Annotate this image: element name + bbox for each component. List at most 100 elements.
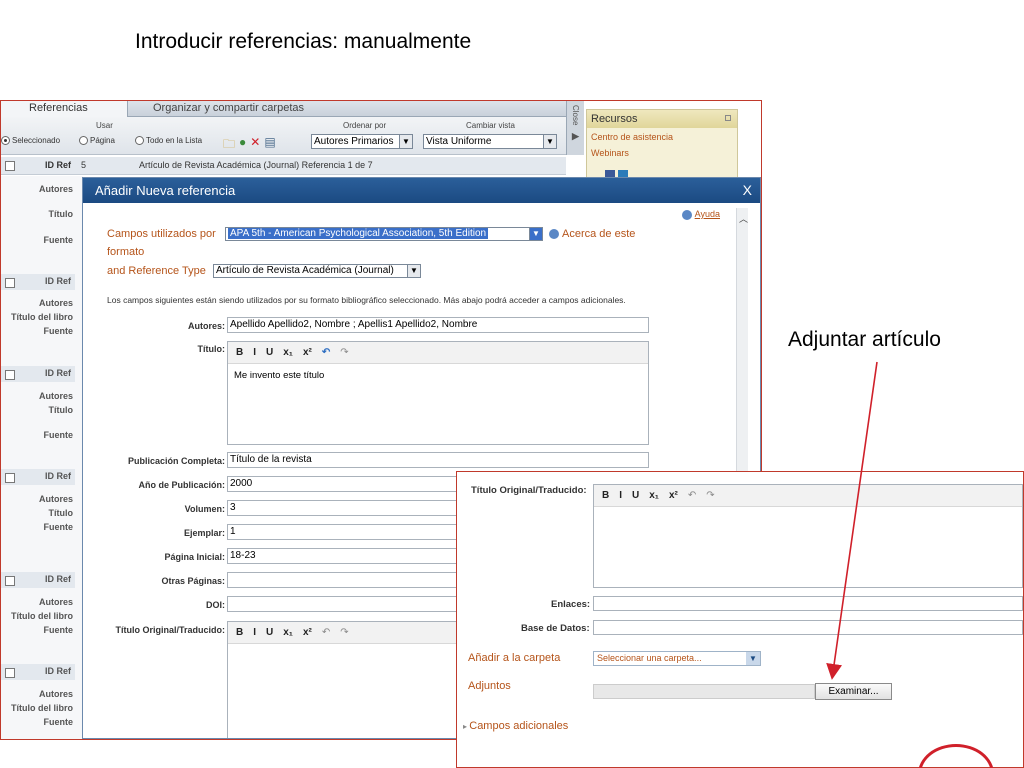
- print-icon[interactable]: ▤: [264, 135, 275, 156]
- delete-icon[interactable]: ✕: [250, 135, 260, 156]
- slide-title: Introducir referencias: manualmente: [135, 30, 472, 53]
- bold-button[interactable]: B: [236, 347, 243, 358]
- radio-pagina[interactable]: Página: [79, 136, 115, 145]
- bold-button[interactable]: B: [236, 627, 243, 638]
- radio-dot-icon: [79, 136, 88, 145]
- original-title-label: Título Original/Traducido:: [115, 625, 226, 635]
- chevron-down-icon: ▼: [529, 228, 542, 240]
- subscript-button[interactable]: x₁: [649, 490, 659, 501]
- editor-toolbar: B I U x₁ x² ↶ ↷: [228, 342, 648, 364]
- underline-button[interactable]: U: [266, 347, 273, 358]
- redo-icon[interactable]: ↷: [340, 347, 348, 358]
- additional-fields-toggle[interactable]: ▸ Campos adicionales: [463, 720, 568, 732]
- bold-button[interactable]: B: [602, 490, 609, 501]
- help-icon: [681, 209, 692, 220]
- publicacion-label: Publicación Completa:: [127, 456, 225, 466]
- underline-button[interactable]: U: [632, 490, 639, 501]
- editor-toolbar: B I U x₁ x² ↶ ↷: [594, 485, 1022, 507]
- table-row[interactable]: ID Ref: [1, 366, 75, 382]
- zoomed-attachment-panel: Título Original/Traducido: B I U x₁ x² ↶…: [456, 471, 1024, 768]
- pagina-label: Página Inicial:: [164, 552, 225, 562]
- minimize-icon[interactable]: [725, 115, 731, 121]
- autores-label: Autores:: [187, 321, 225, 331]
- browse-button[interactable]: Examinar...: [815, 683, 892, 700]
- subscript-button[interactable]: x₁: [283, 347, 293, 358]
- link-webinars[interactable]: Webinars: [587, 142, 737, 158]
- base-datos-input[interactable]: [593, 620, 1023, 635]
- titulo-editor[interactable]: B I U x₁ x² ↶ ↷ Me invento este título: [227, 341, 649, 445]
- tab-organizar[interactable]: Organizar y compartir carpetas: [129, 101, 329, 117]
- globe-icon[interactable]: ●: [239, 135, 246, 156]
- sort-select[interactable]: Autores Primarios ▼: [311, 134, 413, 149]
- subscript-button[interactable]: x₁: [283, 627, 293, 638]
- toolbar-icons: 🗀 ● ✕ ▤: [223, 135, 276, 156]
- radio-todo[interactable]: Todo en la Lista: [135, 136, 202, 145]
- folder-add-icon[interactable]: 🗀: [223, 135, 235, 156]
- info-note: Los campos siguientes están siendo utili…: [107, 295, 626, 305]
- file-path-field[interactable]: [593, 684, 815, 699]
- format-select[interactable]: APA 5th - American Psychological Associa…: [225, 227, 543, 241]
- table-row[interactable]: ID Ref: [1, 469, 75, 485]
- info-icon: [549, 229, 559, 240]
- italic-button[interactable]: I: [253, 347, 256, 358]
- help-link[interactable]: Ayuda: [681, 209, 720, 220]
- select-checkbox[interactable]: [5, 161, 15, 171]
- superscript-button[interactable]: x²: [303, 627, 312, 638]
- dialog-header: Añadir Nueva referencia X: [83, 178, 760, 203]
- superscript-button[interactable]: x²: [669, 490, 678, 501]
- titulo-label: Título:: [197, 344, 226, 354]
- table-row[interactable]: ID Ref: [1, 274, 75, 290]
- tab-referencias[interactable]: Referencias: [1, 101, 128, 117]
- link-centro-asistencia[interactable]: Centro de asistencia: [587, 128, 737, 142]
- view-label: Cambiar vista: [466, 121, 515, 130]
- reference-type-select[interactable]: Artículo de Revista Académica (Journal) …: [213, 264, 421, 278]
- enlaces-label: Enlaces:: [551, 599, 591, 610]
- resources-header: Recursos: [587, 110, 737, 128]
- undo-icon[interactable]: ↶: [322, 347, 330, 358]
- undo-icon[interactable]: ↶: [322, 627, 330, 638]
- view-select[interactable]: Vista Uniforme ▼: [423, 134, 557, 149]
- tab-bar: Referencias Organizar y compartir carpet…: [1, 101, 566, 117]
- close-button[interactable]: X: [743, 178, 752, 203]
- chevron-up-icon: ︿: [739, 214, 749, 224]
- redo-icon[interactable]: ↷: [706, 490, 714, 501]
- italic-button[interactable]: I: [619, 490, 622, 501]
- folder-select[interactable]: Seleccionar una carpeta... ▼: [593, 651, 761, 666]
- publicacion-input[interactable]: Título de la revista: [227, 452, 649, 468]
- radio-dot-icon: [1, 136, 10, 145]
- about-format-link[interactable]: Acerca de este: [549, 228, 635, 240]
- table-row[interactable]: ID Ref: [1, 572, 75, 588]
- titulo-text: Me invento este título: [234, 370, 325, 381]
- chevron-down-icon: ▼: [407, 265, 420, 277]
- add-folder-label: Añadir a la carpeta: [468, 652, 561, 664]
- zoom-original-editor[interactable]: B I U x₁ x² ↶ ↷: [593, 484, 1023, 588]
- sort-label: Ordenar por: [343, 121, 387, 130]
- base-datos-label: Base de Datos:: [521, 623, 590, 634]
- fields-used-label: Campos utilizados por: [107, 228, 216, 240]
- radio-seleccionado[interactable]: Seleccionado: [1, 136, 60, 145]
- reference-list-header: ID Ref 5 Artículo de Revista Académica (…: [1, 157, 566, 175]
- underline-button[interactable]: U: [266, 627, 273, 638]
- otras-paginas-label: Otras Páginas:: [161, 576, 225, 586]
- use-label: Usar: [96, 121, 113, 130]
- volumen-label: Volumen:: [184, 504, 225, 514]
- table-row[interactable]: ID Ref: [1, 664, 75, 680]
- undo-icon[interactable]: ↶: [688, 490, 696, 501]
- ejemplar-label: Ejemplar:: [183, 528, 225, 538]
- about-format-link-2[interactable]: formato: [107, 246, 144, 258]
- enlaces-input[interactable]: [593, 596, 1023, 611]
- italic-button[interactable]: I: [253, 627, 256, 638]
- collapse-panel-handle[interactable]: Close ▶: [566, 101, 584, 155]
- redo-icon[interactable]: ↷: [340, 627, 348, 638]
- attachments-label: Adjuntos: [468, 680, 511, 692]
- reference-rows: Autores Título Fuente ID Ref Autores Tít…: [1, 176, 83, 739]
- radio-dot-icon: [135, 136, 144, 145]
- chevron-down-icon: ▼: [746, 652, 760, 665]
- toolbar: Usar Seleccionado Página Todo en la List…: [1, 117, 566, 155]
- callout-text: Adjuntar artículo: [788, 328, 941, 351]
- autores-input[interactable]: Apellido Apellido2, Nombre ; Apellis1 Ap…: [227, 317, 649, 333]
- chevron-right-icon: ▶: [572, 131, 579, 141]
- anio-label: Año de Publicación:: [138, 480, 225, 490]
- superscript-button[interactable]: x²: [303, 347, 312, 358]
- chevron-down-icon: ▼: [399, 135, 412, 148]
